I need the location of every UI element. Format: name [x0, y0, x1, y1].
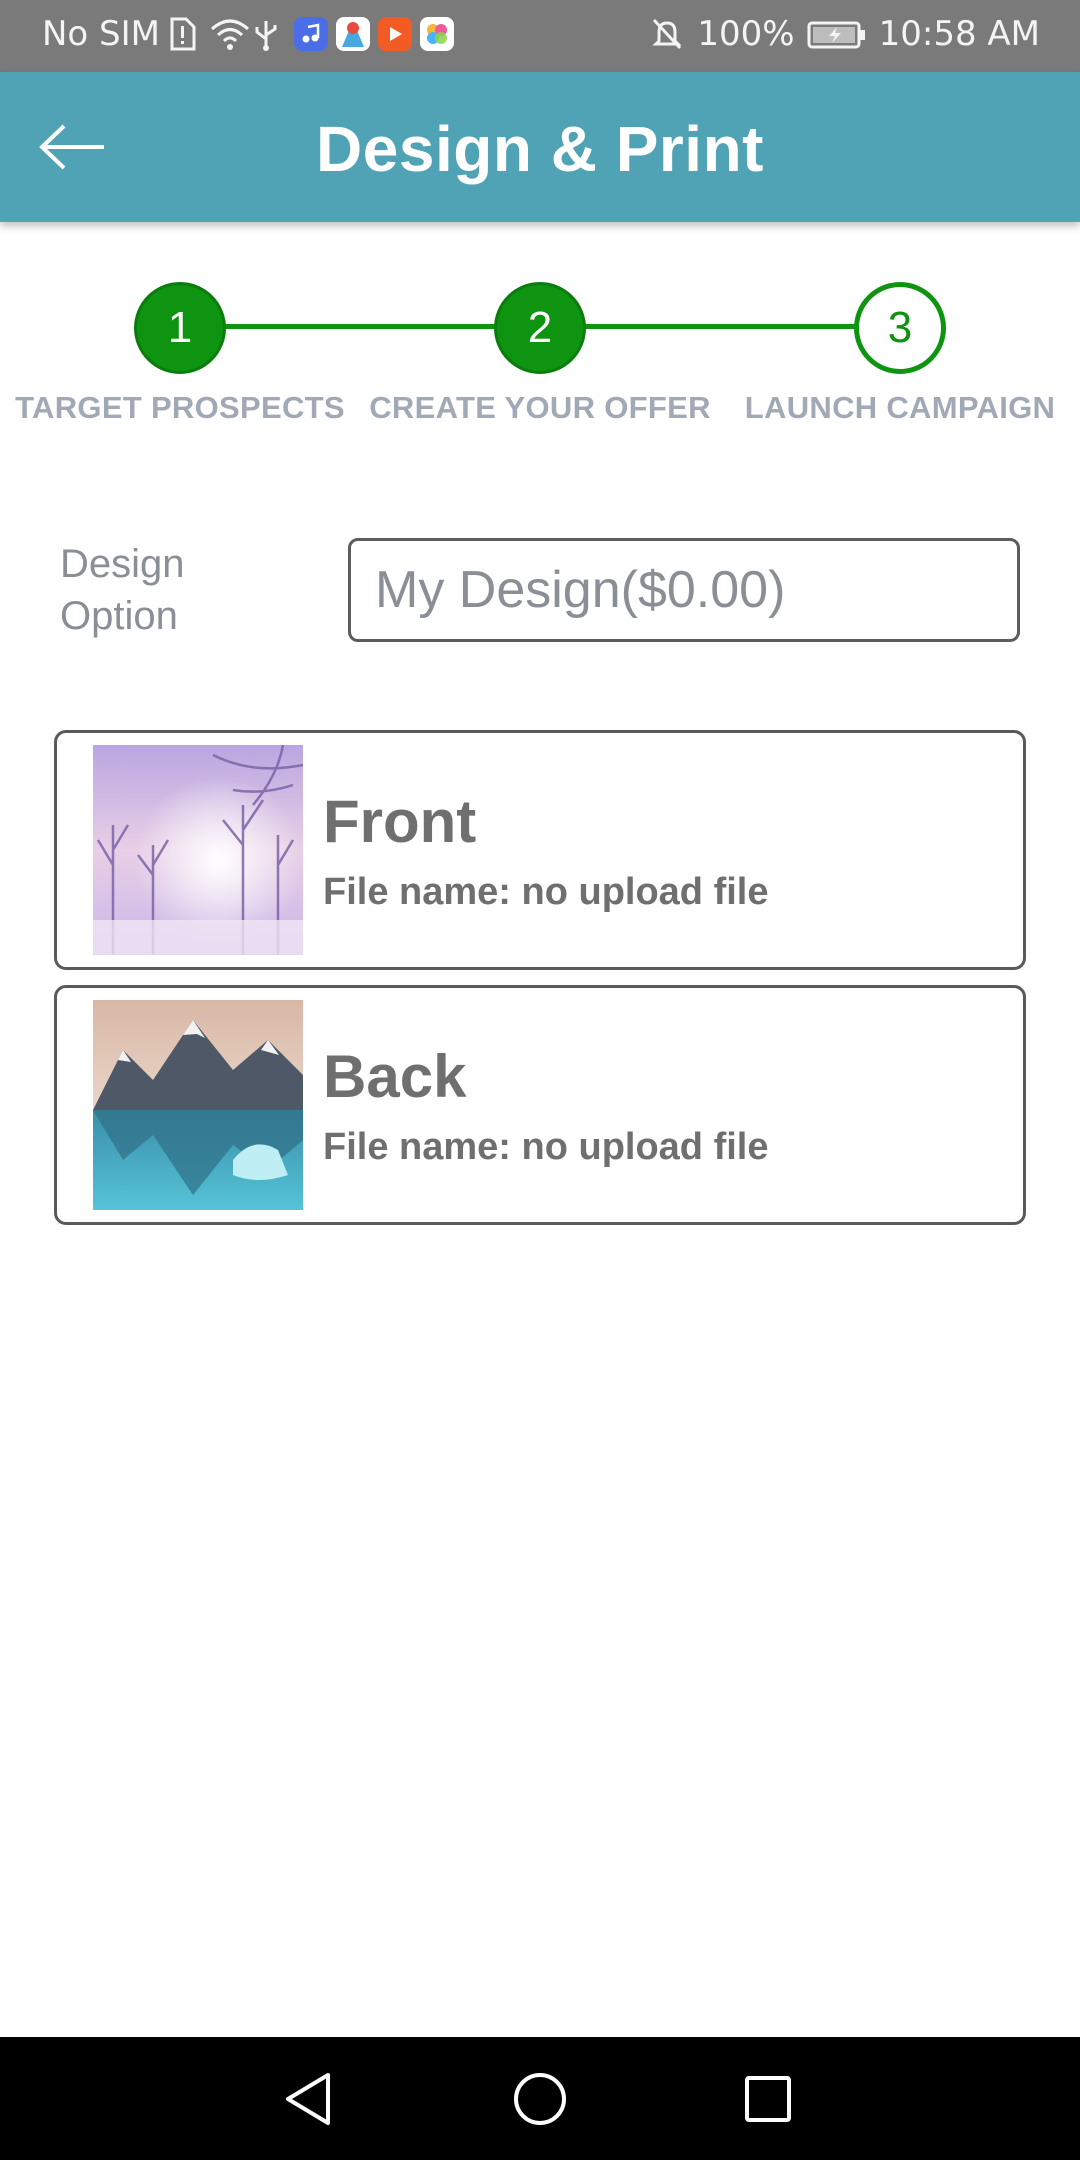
step-connector-2-3 [540, 324, 900, 329]
step-3-label: LAUNCH CAMPAIGN [744, 390, 1056, 425]
step-1-circle[interactable]: 1 [134, 282, 226, 374]
nav-recents-button[interactable] [728, 2059, 808, 2139]
back-triangle-icon [286, 2073, 330, 2125]
step-2-circle[interactable]: 2 [494, 282, 586, 374]
recents-square-icon [745, 2076, 791, 2122]
photos-app-icon [420, 17, 454, 51]
du-app-icon [336, 17, 370, 51]
sim-alert-icon [168, 17, 202, 51]
usb-icon [252, 17, 286, 51]
card-title: Front [323, 788, 477, 855]
clock: 10:58 AM [878, 14, 1040, 54]
video-app-icon [378, 17, 412, 51]
nav-back-button[interactable] [268, 2059, 348, 2139]
music-app-icon [294, 17, 328, 51]
wifi-icon [210, 17, 249, 51]
system-nav-bar [0, 2037, 1080, 2160]
front-design-card[interactable]: Front File name: no upload file [54, 730, 1026, 970]
design-option-label: Design Option [60, 542, 185, 638]
app-bar: Design & Print [0, 72, 1080, 222]
design-option-select[interactable]: My Design($0.00) [348, 538, 1020, 642]
card-file-name: File name: no upload file [323, 1126, 769, 1168]
back-design-card[interactable]: Back File name: no upload file [54, 985, 1026, 1225]
home-circle-icon [514, 2073, 566, 2125]
nav-home-button[interactable] [500, 2059, 580, 2139]
bell-off-icon [651, 17, 685, 51]
status-bar: No SIM 100% 10:58 AM [0, 0, 1080, 72]
card-file-name: File name: no upload file [323, 871, 769, 913]
carrier-text: No SIM [42, 14, 160, 54]
step-1-label: TARGET PROSPECTS [15, 390, 345, 425]
battery-icon [807, 17, 867, 51]
battery-percent: 100% [697, 14, 795, 54]
page-title: Design & Print [316, 113, 764, 185]
step-2-label: CREATE YOUR OFFER [369, 390, 711, 425]
winter-forest-image [93, 745, 303, 955]
card-title: Back [323, 1043, 467, 1110]
mountain-lake-image [93, 1000, 303, 1210]
step-connector-1-2 [180, 324, 540, 329]
step-3-circle[interactable]: 3 [854, 282, 946, 374]
